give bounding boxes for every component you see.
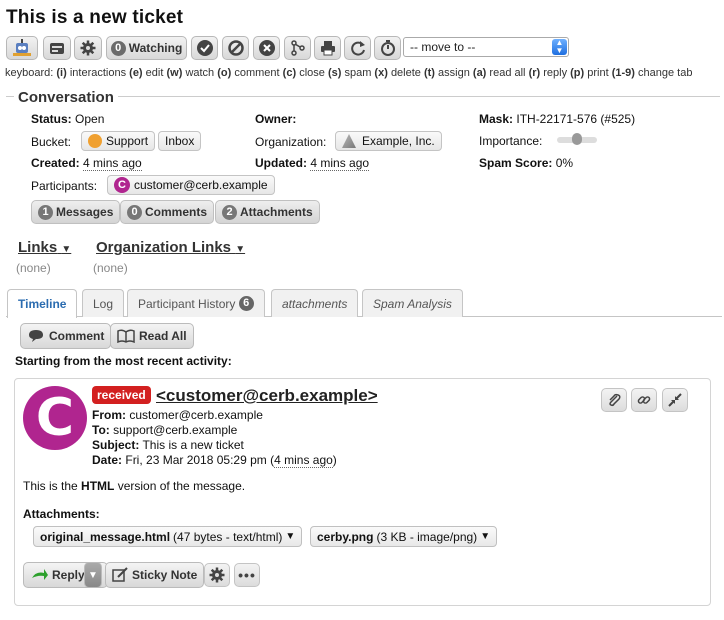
chevron-down-icon: ▼ xyxy=(480,531,491,542)
split-button[interactable] xyxy=(284,36,311,60)
tab-attachments[interactable]: attachments xyxy=(271,289,359,317)
split-icon xyxy=(290,40,305,56)
watching-count: 0 xyxy=(110,40,126,56)
bot-icon-button[interactable] xyxy=(6,36,38,60)
bucket-label: Bucket: xyxy=(31,135,72,149)
gear-icon xyxy=(209,567,225,583)
check-icon xyxy=(196,40,213,56)
comment-icon xyxy=(29,330,43,342)
card-icon xyxy=(50,43,64,54)
attachments-label: Attachments: xyxy=(23,507,100,521)
message-settings-button[interactable] xyxy=(204,563,230,587)
to-line: To: support@cerb.example xyxy=(92,423,238,437)
book-icon xyxy=(117,329,135,343)
bucket-chip[interactable]: Support xyxy=(81,131,156,151)
organization-avatar-icon xyxy=(342,134,356,148)
keyboard-shortcuts: keyboard: (i) interactions (e) edit (w) … xyxy=(5,67,693,79)
chevron-down-icon: ▼ xyxy=(88,569,98,581)
settings-button[interactable] xyxy=(74,36,102,60)
links-menu[interactable]: Links ▼ xyxy=(18,239,71,256)
refresh-button[interactable] xyxy=(344,36,371,60)
organization-label: Organization: xyxy=(255,135,327,149)
organization-links-menu[interactable]: Organization Links ▼ xyxy=(96,239,245,256)
page-title: This is a new ticket xyxy=(6,7,184,28)
comments-count-button[interactable]: 0 Comments xyxy=(120,200,215,224)
read-all-button[interactable]: Read All xyxy=(110,323,194,349)
paperclip-icon xyxy=(609,393,621,407)
ellipsis-icon: ••• xyxy=(238,567,256,583)
tab-log[interactable]: Log xyxy=(82,289,125,317)
move-to-select[interactable]: -- move to -- ▲ ▼ xyxy=(403,37,569,57)
attachments-count-button[interactable]: 2 Attachments xyxy=(215,200,320,224)
organization-links-value: (none) xyxy=(93,261,128,275)
links-value: (none) xyxy=(16,261,51,275)
caret-down-icon: ▼ xyxy=(235,244,246,255)
link-icon xyxy=(637,396,651,404)
sender-avatar: C xyxy=(23,386,87,450)
select-arrows-icon: ▲ ▼ xyxy=(552,39,567,55)
conversation-legend: Conversation xyxy=(14,89,118,106)
close-icon xyxy=(258,40,275,56)
tab-timeline[interactable]: Timeline xyxy=(7,289,78,318)
gear-icon xyxy=(80,40,96,56)
sender-address[interactable]: <customer@cerb.example> xyxy=(156,386,378,406)
date-line: Date: Fri, 23 Mar 2018 05:29 pm (4 mins … xyxy=(92,453,337,468)
importance-slider-handle[interactable] xyxy=(572,133,582,145)
mask-field: Mask: ITH-22171-576 (#525) xyxy=(479,112,636,126)
timer-button[interactable] xyxy=(374,36,401,60)
caret-down-icon: ▼ xyxy=(61,244,72,255)
activity-heading: Starting from the most recent activity: xyxy=(15,354,232,368)
comment-button[interactable]: Comment xyxy=(20,323,112,349)
attachment-original-message[interactable]: original_message.html (47 bytes - text/h… xyxy=(33,526,303,547)
sticky-note-button[interactable]: Sticky Note xyxy=(105,562,205,588)
ban-icon xyxy=(227,40,244,56)
watching-label: Watching xyxy=(128,41,183,55)
subject-line: Subject: This is a new ticket xyxy=(92,438,244,452)
refresh-icon xyxy=(350,41,365,56)
watching-button[interactable]: 0 Watching xyxy=(106,36,187,60)
reply-arrow-icon xyxy=(32,569,48,580)
updated-field: Updated: 4 mins ago xyxy=(255,156,370,171)
owner-field: Owner: xyxy=(255,112,297,126)
tab-participant-history[interactable]: Participant History 6 xyxy=(127,289,265,317)
delete-button[interactable] xyxy=(253,36,280,60)
permalink-button[interactable] xyxy=(631,388,657,412)
spam-score-field: Spam Score: 0% xyxy=(479,156,574,170)
attach-button[interactable] xyxy=(601,388,627,412)
attachment-cerby-png[interactable]: cerby.png (3 KB - image/png) ▼ xyxy=(310,526,498,547)
collapse-button[interactable] xyxy=(662,388,688,412)
tab-spam-analysis[interactable]: Spam Analysis xyxy=(362,289,463,317)
importance-label: Importance: xyxy=(479,134,543,148)
created-field: Created: 4 mins ago xyxy=(31,156,142,171)
collapse-icon xyxy=(668,393,682,407)
received-badge: received xyxy=(92,386,151,404)
bot-icon xyxy=(13,39,31,56)
organization-chip[interactable]: Example, Inc. xyxy=(335,131,442,151)
print-icon xyxy=(320,41,335,56)
timer-icon xyxy=(380,40,395,56)
status-field: Status: Open xyxy=(31,112,105,126)
message-body: This is the HTML version of the message. xyxy=(23,479,246,493)
inbox-chip[interactable]: Inbox xyxy=(158,131,202,151)
chevron-down-icon: ▼ xyxy=(285,531,296,542)
from-line: From: customer@cerb.example xyxy=(92,408,263,422)
move-to-value: -- move to -- xyxy=(410,40,476,54)
spam-button[interactable] xyxy=(222,36,249,60)
print-button[interactable] xyxy=(314,36,341,60)
card-button[interactable] xyxy=(43,36,71,60)
edit-note-icon xyxy=(112,567,128,582)
participants-label: Participants: xyxy=(31,179,98,193)
reply-dropdown-button[interactable]: ▼ xyxy=(84,562,102,588)
participant-avatar: C xyxy=(114,177,130,193)
participant-chip[interactable]: C customer@cerb.example xyxy=(107,175,275,195)
messages-count-button[interactable]: 1 Messages xyxy=(31,200,121,224)
close-ticket-button[interactable] xyxy=(191,36,218,60)
more-options-button[interactable]: ••• xyxy=(234,563,260,587)
bucket-avatar-icon xyxy=(88,134,102,148)
